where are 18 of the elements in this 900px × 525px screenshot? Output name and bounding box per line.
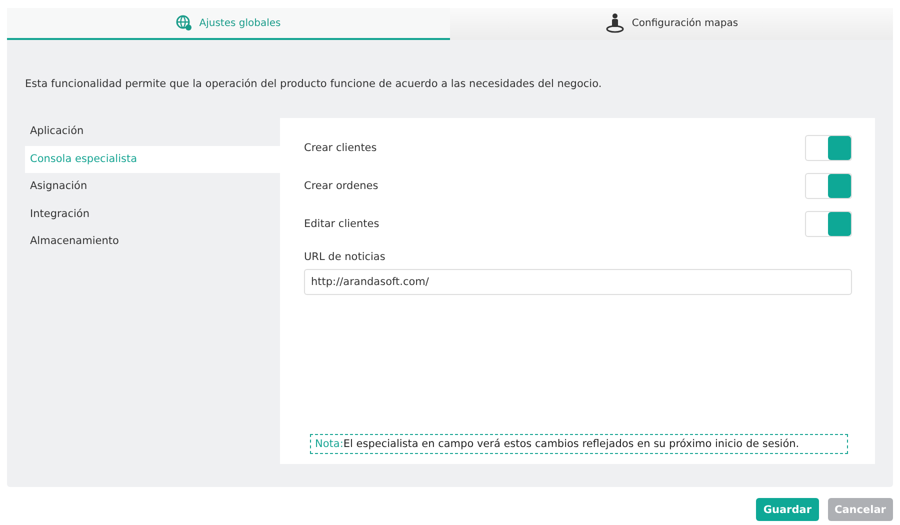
- sidebar-item[interactable]: Integración: [25, 200, 280, 228]
- url-field[interactable]: http://arandasoft.com/: [304, 269, 852, 295]
- globe-icon: [176, 15, 192, 31]
- description-text: Esta funcionalidad permite que la operación del producto funcione de acuerdo a las necesidades del negocio.: [25, 78, 603, 90]
- toggle-switch[interactable]: [805, 135, 852, 161]
- note-text: El especialista en campo verá estos cambios reflejados en su próximo inicio de sesión.: [343, 438, 800, 450]
- setting-label: Crear ordenes: [304, 180, 378, 192]
- toggle-switch[interactable]: [805, 211, 852, 237]
- sidebar-item[interactable]: Asignación: [25, 173, 280, 200]
- person-pin-icon: [604, 13, 625, 33]
- toggle-switch[interactable]: [805, 173, 852, 199]
- setting-label: Editar clientes: [304, 218, 380, 230]
- sidebar-item[interactable]: Aplicación: [25, 118, 280, 146]
- sidebar-item[interactable]: Almacenamiento: [25, 228, 280, 256]
- field-label: URL de noticias: [304, 251, 386, 263]
- setting-label: Crear clientes: [304, 142, 377, 154]
- tab[interactable]: Configuración mapas: [450, 8, 893, 40]
- note-label: Nota:: [315, 438, 344, 450]
